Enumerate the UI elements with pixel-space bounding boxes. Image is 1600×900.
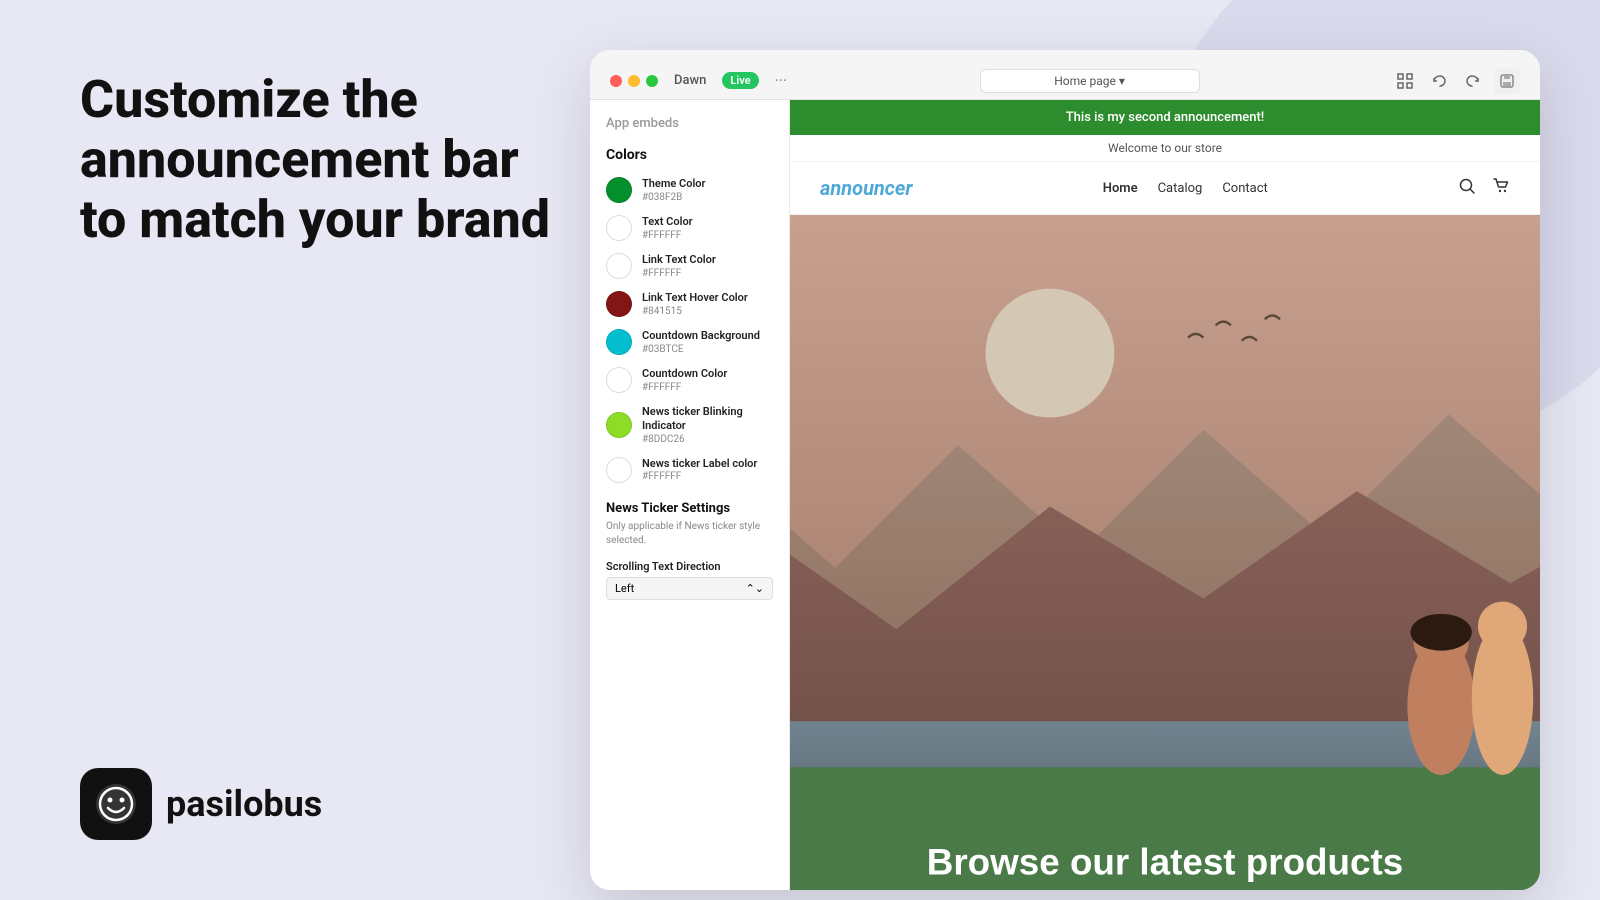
theme-name-label: Dawn: [674, 73, 706, 88]
browser-chrome: Dawn Live ··· Home page ▾: [590, 50, 1540, 100]
news-ticker-settings-title: News Ticker Settings: [606, 501, 773, 516]
store-logo-text: announcer: [820, 176, 913, 200]
theme-color-label: Theme Color: [642, 177, 706, 191]
pasilobus-svg-icon: [94, 782, 138, 826]
news-ticker-settings-section: News Ticker Settings Only applicable if …: [590, 489, 789, 552]
link-text-color-hex: #FFFFFF: [642, 268, 716, 279]
countdown-color-label: Countdown Color: [642, 367, 727, 381]
browser-body: App embeds Colors Theme Color #038F2B: [590, 100, 1540, 890]
news-label-color-label: News ticker Label color: [642, 457, 757, 471]
theme-color-row[interactable]: Theme Color #038F2B: [590, 171, 789, 209]
text-color-label: Text Color: [642, 215, 693, 229]
minimize-window-button[interactable]: [628, 75, 640, 87]
scrolling-text-select[interactable]: Left ⌃⌄: [606, 577, 773, 600]
nav-link-catalog[interactable]: Catalog: [1158, 181, 1203, 196]
browser-more-options[interactable]: ···: [775, 71, 788, 90]
cart-icon[interactable]: [1492, 177, 1510, 199]
left-column: Customize the announcement bar to match …: [80, 60, 560, 900]
link-hover-color-swatch[interactable]: [606, 291, 632, 317]
search-icon[interactable]: [1458, 177, 1476, 199]
store-nav-icons: [1458, 177, 1510, 199]
maximize-window-button[interactable]: [646, 75, 658, 87]
page-headline: Customize the announcement bar to match …: [80, 70, 560, 249]
nav-link-home[interactable]: Home: [1103, 181, 1138, 196]
countdown-bg-hex: #03BTCE: [642, 344, 760, 355]
scrolling-text-row: Scrolling Text Direction Left ⌃⌄: [590, 552, 789, 608]
store-nav-links: Home Catalog Contact: [1103, 181, 1268, 196]
browser-nav-icons: [1392, 68, 1520, 94]
countdown-bg-row[interactable]: Countdown Background #03BTCE: [590, 323, 789, 361]
link-text-color-label: Link Text Color: [642, 253, 716, 267]
news-indicator-row[interactable]: News ticker Blinking Indicator #8DDC26: [590, 399, 789, 451]
save-icon[interactable]: [1494, 68, 1520, 94]
live-status-badge: Live: [722, 72, 758, 89]
undo-icon[interactable]: [1426, 68, 1452, 94]
news-label-color-swatch[interactable]: [606, 457, 632, 483]
address-bar[interactable]: Home page ▾: [980, 69, 1200, 93]
colors-section-title: Colors: [590, 139, 789, 171]
website-preview: This is my second announcement! Welcome …: [790, 100, 1540, 890]
text-color-row[interactable]: Text Color #FFFFFF: [590, 209, 789, 247]
theme-color-swatch[interactable]: [606, 177, 632, 203]
countdown-bg-label: Countdown Background: [642, 329, 760, 343]
news-ticker-settings-desc: Only applicable if News ticker style sel…: [606, 520, 773, 548]
redo-icon[interactable]: [1460, 68, 1486, 94]
theme-color-hex: #038F2B: [642, 192, 706, 203]
countdown-bg-swatch[interactable]: [606, 329, 632, 355]
news-label-color-row[interactable]: News ticker Label color #FFFFFF: [590, 451, 789, 489]
page-content: Customize the announcement bar to match …: [0, 0, 1600, 900]
hero-image: Browse our latest products: [790, 215, 1540, 890]
right-column: Dawn Live ··· Home page ▾: [560, 50, 1540, 890]
scrolling-text-label: Scrolling Text Direction: [606, 560, 773, 573]
news-label-color-hex: #FFFFFF: [642, 471, 757, 482]
pasilobus-logo-icon: [80, 768, 152, 840]
link-hover-color-label: Link Text Hover Color: [642, 291, 748, 305]
nav-link-contact[interactable]: Contact: [1222, 181, 1267, 196]
countdown-color-row[interactable]: Countdown Color #FFFFFF: [590, 361, 789, 399]
countdown-color-hex: #FFFFFF: [642, 382, 727, 393]
close-window-button[interactable]: [610, 75, 622, 87]
link-hover-color-row[interactable]: Link Text Hover Color #841515: [590, 285, 789, 323]
link-text-color-swatch[interactable]: [606, 253, 632, 279]
pasilobus-brand-name: pasilobus: [166, 783, 322, 825]
theme-sidebar-panel: App embeds Colors Theme Color #038F2B: [590, 100, 790, 890]
svg-text:Browse our latest products: Browse our latest products: [927, 842, 1403, 883]
text-color-swatch[interactable]: [606, 215, 632, 241]
browser-window-controls: [610, 75, 658, 87]
fullscreen-icon[interactable]: [1392, 68, 1418, 94]
link-text-color-row[interactable]: Link Text Color #FFFFFF: [590, 247, 789, 285]
announcement-bar: This is my second announcement!: [790, 100, 1540, 135]
store-navigation: announcer Home Catalog Contact: [790, 162, 1540, 215]
news-indicator-swatch[interactable]: [606, 412, 632, 438]
hero-svg-illustration: Browse our latest products: [790, 215, 1540, 890]
countdown-color-swatch[interactable]: [606, 367, 632, 393]
browser-mockup: Dawn Live ··· Home page ▾: [590, 50, 1540, 890]
panel-title: App embeds: [590, 116, 789, 139]
store-sub-bar: Welcome to our store: [790, 135, 1540, 162]
news-indicator-hex: #8DDC26: [642, 434, 773, 445]
brand-logo-area: pasilobus: [80, 768, 560, 840]
text-color-hex: #FFFFFF: [642, 230, 693, 241]
news-indicator-label: News ticker Blinking Indicator: [642, 405, 773, 434]
link-hover-color-hex: #841515: [642, 306, 748, 317]
